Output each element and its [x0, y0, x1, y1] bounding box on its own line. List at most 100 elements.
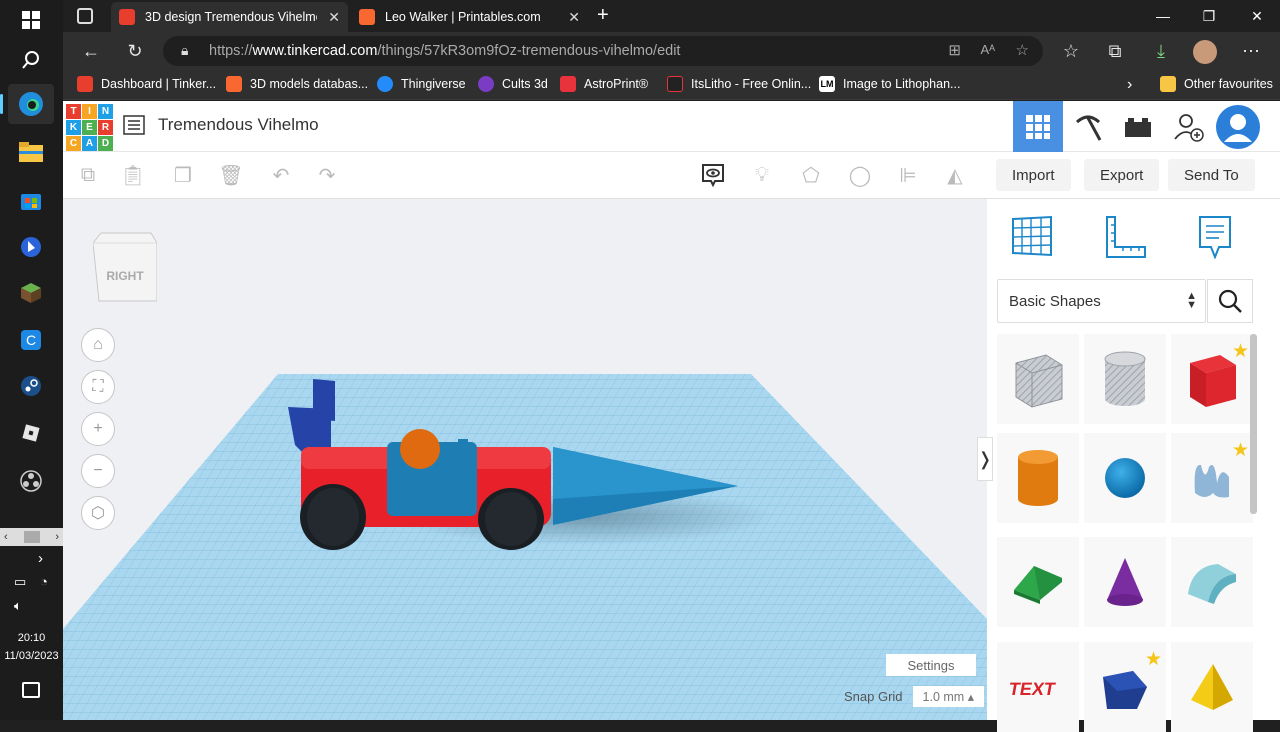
- app-c-icon[interactable]: C: [8, 320, 54, 360]
- scroll-left-icon[interactable]: ‹: [4, 531, 8, 543]
- fit-all-icon[interactable]: ⛶: [81, 370, 115, 404]
- downloads-icon[interactable]: ⤓: [1145, 36, 1177, 66]
- close-tab-icon[interactable]: ✕: [568, 9, 580, 26]
- close-window-icon[interactable]: ✕: [1234, 0, 1280, 32]
- tab-printables[interactable]: Leo Walker | Printables.com ✕: [351, 2, 588, 32]
- view-cube[interactable]: RIGHT: [92, 229, 158, 303]
- bricks-icon[interactable]: [1113, 101, 1163, 152]
- bing-icon[interactable]: [8, 227, 54, 267]
- export-button[interactable]: Export: [1084, 159, 1160, 191]
- shape-polygon[interactable]: ★: [1084, 642, 1166, 732]
- scroll-thumb[interactable]: [23, 531, 40, 543]
- settings-button[interactable]: Settings: [886, 654, 976, 676]
- close-tab-icon[interactable]: ✕: [328, 9, 340, 26]
- collections-icon[interactable]: ⧉: [1099, 36, 1131, 66]
- workplane-grid[interactable]: [63, 199, 987, 720]
- design-list-icon[interactable]: [123, 115, 145, 135]
- back-icon[interactable]: ←: [75, 36, 107, 66]
- workplane-tool-icon[interactable]: [1011, 215, 1053, 262]
- chevron-right-icon[interactable]: ›: [1127, 76, 1132, 94]
- paste-icon[interactable]: 📋︎: [118, 160, 148, 190]
- minimize-icon[interactable]: —: [1140, 0, 1186, 32]
- other-favourites[interactable]: Other favourites: [1160, 76, 1273, 92]
- shape-text[interactable]: TEXT: [997, 642, 1079, 732]
- notifications-icon[interactable]: [22, 682, 40, 698]
- search-icon[interactable]: [1207, 279, 1253, 323]
- obs-icon[interactable]: [8, 461, 54, 501]
- search-icon[interactable]: [8, 40, 54, 80]
- zoom-in-icon[interactable]: +: [81, 412, 115, 446]
- tab-tinkercad[interactable]: 3D design Tremendous Vihelmo ✕: [111, 2, 348, 32]
- copy-icon[interactable]: ⧉: [73, 160, 103, 190]
- shape-library-select[interactable]: Basic Shapes ▲ ▼: [997, 279, 1206, 323]
- user-avatar-icon[interactable]: [1213, 101, 1263, 152]
- shape-cylinder[interactable]: [997, 433, 1079, 523]
- shape-box-hole[interactable]: [997, 334, 1079, 424]
- add-favorite-icon[interactable]: ☆: [1016, 41, 1029, 59]
- panel-scrollbar[interactable]: [1250, 334, 1257, 514]
- bookmark-3d-models[interactable]: 3D models databas...: [226, 76, 368, 92]
- bookmark-lithophane[interactable]: LM Image to Lithophan...: [819, 76, 960, 92]
- project-title[interactable]: Tremendous Vihelmo: [158, 115, 319, 135]
- bookmark-astroprint[interactable]: AstroPrint®: [560, 76, 648, 92]
- perspective-icon[interactable]: ⬡: [81, 496, 115, 530]
- shape-scribble[interactable]: ★: [1171, 433, 1253, 523]
- redo-icon[interactable]: ↷: [312, 160, 342, 190]
- shape-cylinder-hole[interactable]: [1084, 334, 1166, 424]
- clock-time[interactable]: 20:10: [0, 632, 63, 644]
- notes-icon[interactable]: [1197, 215, 1233, 264]
- lock-icon[interactable]: 🔒︎: [181, 42, 188, 59]
- bookmark-cults[interactable]: Cults 3d: [478, 76, 548, 92]
- shape-cone[interactable]: [1084, 537, 1166, 627]
- zoom-out-icon[interactable]: −: [81, 454, 115, 488]
- shape-round-roof[interactable]: [1171, 537, 1253, 627]
- tinkercad-logo[interactable]: T I N K E R C A D: [66, 104, 113, 151]
- minecraft-icon[interactable]: [8, 273, 54, 313]
- add-user-icon[interactable]: [1163, 101, 1213, 152]
- wifi-icon[interactable]: ◔: [40, 574, 48, 589]
- bookmark-itslitho[interactable]: ItsLitho - Free Onlin...: [667, 76, 811, 92]
- home-view-icon[interactable]: ⌂: [81, 328, 115, 362]
- new-tab-icon[interactable]: +: [597, 4, 609, 27]
- snap-grid-select[interactable]: 1.0 mm ▴: [912, 686, 984, 707]
- chevron-right-icon[interactable]: ›: [38, 550, 43, 567]
- duplicate-icon[interactable]: ❐: [168, 160, 198, 190]
- address-bar[interactable]: 🔒︎ https://www.tinkercad.com/things/57kR…: [163, 36, 1043, 66]
- store-icon[interactable]: [8, 180, 54, 220]
- app-available-icon[interactable]: ⊞: [948, 41, 961, 59]
- volume-icon[interactable]: 🔈︎: [14, 598, 22, 614]
- blocks-pickaxe-icon[interactable]: [1063, 101, 1113, 152]
- favorites-icon[interactable]: ☆: [1055, 36, 1087, 66]
- shape-sphere[interactable]: [1084, 433, 1166, 523]
- solid-shape-icon[interactable]: ⬠: [796, 160, 826, 190]
- clock-date[interactable]: 11/03/2023: [0, 650, 63, 662]
- mirror-icon[interactable]: ◭: [940, 160, 970, 190]
- more-menu-icon[interactable]: ⋯: [1235, 36, 1267, 66]
- refresh-icon[interactable]: ↻: [119, 36, 151, 66]
- align-icon[interactable]: ⊫: [893, 160, 923, 190]
- windows-start-icon[interactable]: [8, 0, 54, 40]
- 3d-design-view-icon[interactable]: [1013, 101, 1063, 152]
- file-explorer-icon[interactable]: [8, 132, 54, 172]
- battery-icon[interactable]: ▭: [14, 574, 26, 590]
- restore-icon[interactable]: ❐: [1186, 0, 1232, 32]
- bookmark-thingiverse[interactable]: Thingiverse: [377, 76, 466, 92]
- shape-roof[interactable]: [997, 537, 1079, 627]
- steam-icon[interactable]: [8, 366, 54, 406]
- show-all-icon[interactable]: [698, 160, 728, 190]
- scroll-right-icon[interactable]: ›: [55, 531, 59, 543]
- roblox-icon[interactable]: [8, 413, 54, 453]
- shape-pyramid[interactable]: [1171, 642, 1253, 732]
- send-to-button[interactable]: Send To: [1168, 159, 1255, 191]
- tab-actions-icon[interactable]: [77, 8, 93, 24]
- tray-scrollbar[interactable]: ‹ ›: [0, 528, 63, 546]
- hole-shape-icon[interactable]: ◯: [845, 160, 875, 190]
- import-button[interactable]: Import: [996, 159, 1071, 191]
- lightbulb-icon[interactable]: 💡︎: [747, 160, 777, 190]
- collapse-panel-icon[interactable]: ❭: [977, 437, 993, 481]
- undo-icon[interactable]: ↶: [266, 160, 296, 190]
- delete-icon[interactable]: 🗑︎: [216, 160, 246, 190]
- workplane-viewport[interactable]: RIGHT ⌂ ⛶ + − ⬡ Settings Snap Grid 1.0 m…: [63, 199, 987, 720]
- read-aloud-icon[interactable]: Aᴬ: [980, 42, 995, 57]
- ruler-icon[interactable]: [1103, 215, 1147, 264]
